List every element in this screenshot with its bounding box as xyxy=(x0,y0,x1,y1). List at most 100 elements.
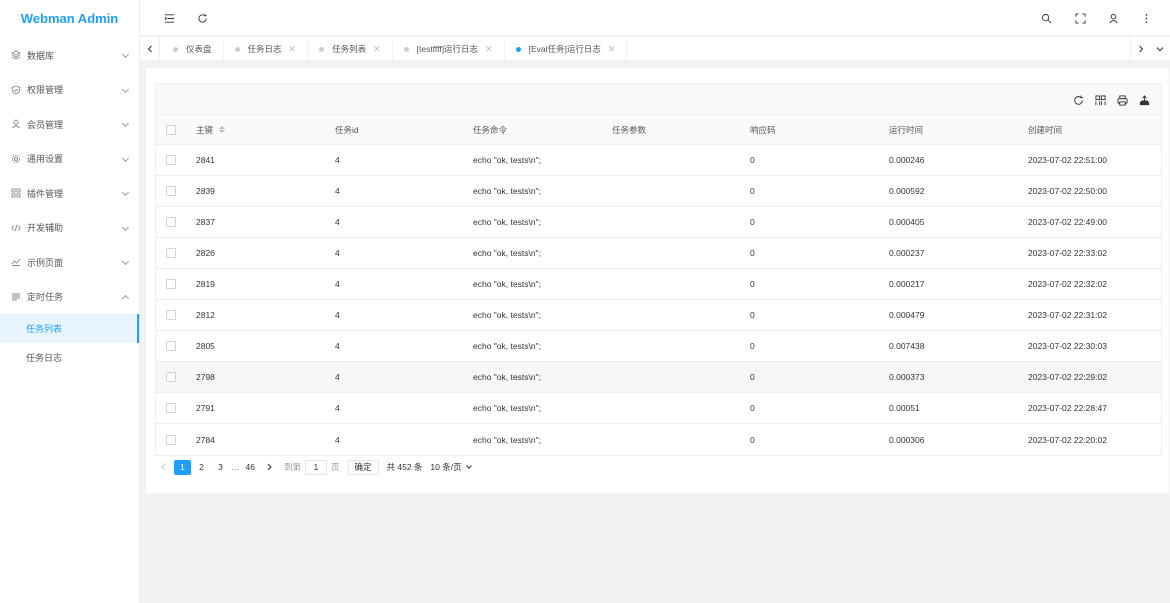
table-row[interactable]: 2791 4 echo "ok, tests\n"; 0 0.00051 2023-07-… xyxy=(156,393,1161,424)
settings-icon xyxy=(10,154,22,164)
goto-confirm-button[interactable]: 确定 xyxy=(347,459,379,475)
cell-id: 2805 xyxy=(196,341,215,351)
row-checkbox[interactable] xyxy=(166,279,176,289)
row-select-cell xyxy=(166,269,176,299)
user-menu-button[interactable] xyxy=(1101,0,1125,36)
page-last-button[interactable]: 46 xyxy=(242,460,259,475)
row-checkbox[interactable] xyxy=(166,310,176,320)
cell-task-command: echo "ok, tests\n"; xyxy=(473,403,541,413)
chevron-right-icon xyxy=(267,463,272,471)
sidebar-item-label: 通用设置 xyxy=(27,154,64,165)
sidebar-subitem-task-log[interactable]: 任务日志 xyxy=(0,343,139,372)
row-checkbox[interactable] xyxy=(166,372,176,382)
sidebar-item-label: 定时任务 xyxy=(27,292,64,303)
tab-task-log[interactable]: 任务日志 ✕ xyxy=(224,37,309,61)
tab-dropdown-button[interactable] xyxy=(1150,37,1170,61)
row-checkbox[interactable] xyxy=(166,217,176,227)
next-page-button[interactable] xyxy=(261,460,278,475)
code-icon xyxy=(10,223,22,233)
cell-response-code: 0 xyxy=(750,279,755,289)
fullscreen-button[interactable] xyxy=(1068,0,1092,36)
refresh-table-button[interactable] xyxy=(1071,93,1085,107)
sidebar-item-permissions[interactable]: 权限管理 xyxy=(0,73,139,108)
collapse-sidebar-button[interactable] xyxy=(157,0,181,36)
tab-testffff-run-log[interactable]: [testffff]运行日志 ✕ xyxy=(393,37,505,61)
search-button[interactable] xyxy=(1034,0,1058,36)
cell-run-time: 0.000237 xyxy=(889,248,925,258)
print-button[interactable] xyxy=(1115,93,1129,107)
export-button[interactable] xyxy=(1137,93,1151,107)
select-all-checkbox[interactable] xyxy=(166,124,176,135)
close-icon[interactable]: ✕ xyxy=(608,44,616,55)
close-icon[interactable]: ✕ xyxy=(485,44,493,55)
table-row[interactable]: 2812 4 echo "ok, tests\n"; 0 0.000479 2023-07… xyxy=(156,300,1161,331)
page-size-select[interactable]: 10 条/页 xyxy=(430,460,472,475)
tab-scroll-left-button[interactable] xyxy=(140,37,160,61)
tab-eval-run-log[interactable]: [Eval任务]运行日志 ✕ xyxy=(505,37,628,61)
app-root: Webman Admin 数据库 权限管理 会员管理 通用设置 插件管理 开发辅… xyxy=(0,0,1170,603)
sort-icon[interactable] xyxy=(219,126,226,133)
table-row[interactable]: 2819 4 echo "ok, tests\n"; 0 0.000217 2023-07… xyxy=(156,269,1161,300)
cell-run-time: 0.000246 xyxy=(889,155,925,165)
close-icon[interactable]: ✕ xyxy=(289,44,297,55)
table-row[interactable]: 2837 4 echo "ok, tests\n"; 0 0.000405 2023-07… xyxy=(156,207,1161,238)
table-body: 2841 4 echo "ok, tests\n"; 0 0.000246 2023-07… xyxy=(156,145,1161,455)
tab-scroll-right-button[interactable] xyxy=(1130,37,1150,61)
prev-page-button[interactable] xyxy=(155,460,172,475)
chart-icon xyxy=(10,257,22,267)
app-logo[interactable]: Webman Admin xyxy=(0,0,139,38)
sidebar-subitem-task-list[interactable]: 任务列表 xyxy=(0,314,139,343)
cell-task-id: 4 xyxy=(335,372,340,382)
cell-response-code: 0 xyxy=(750,310,755,320)
sidebar-item-label: 权限管理 xyxy=(27,85,64,96)
column-header-run-time: 运行时间 xyxy=(889,124,924,135)
sidebar-item-dev-tools[interactable]: 开发辅助 xyxy=(0,211,139,246)
table-row[interactable]: 2784 4 echo "ok, tests\n"; 0 0.000306 2023-07… xyxy=(156,424,1161,455)
tab-label: [Eval任务]运行日志 xyxy=(528,44,601,54)
close-icon[interactable]: ✕ xyxy=(373,44,381,55)
column-header-id[interactable]: 主键 xyxy=(196,115,226,144)
page-3-button[interactable]: 3 xyxy=(212,460,229,475)
cell-run-time: 0.000306 xyxy=(889,434,925,445)
more-options-button[interactable] xyxy=(1134,0,1158,36)
row-select-cell xyxy=(166,238,176,268)
tab-task-list[interactable]: 任务列表 ✕ xyxy=(308,37,393,61)
sidebar-item-scheduled-tasks[interactable]: 定时任务 xyxy=(0,280,139,315)
list-icon xyxy=(10,292,22,302)
sidebar-item-label: 开发辅助 xyxy=(27,223,64,234)
table-row[interactable]: 2839 4 echo "ok, tests\n"; 0 0.000592 2023-07… xyxy=(156,176,1161,207)
sidebar-item-examples[interactable]: 示例页面 xyxy=(0,245,139,280)
sidebar-item-members[interactable]: 会员管理 xyxy=(0,107,139,142)
shield-icon xyxy=(10,85,22,95)
cell-id: 2826 xyxy=(196,248,215,258)
row-checkbox[interactable] xyxy=(166,155,176,165)
row-select-cell xyxy=(166,145,176,175)
row-checkbox[interactable] xyxy=(166,186,176,196)
page-2-button[interactable]: 2 xyxy=(193,460,210,475)
cell-id: 2798 xyxy=(196,372,215,382)
cell-created-at: 2023-07-02 22:50:00 xyxy=(1028,186,1107,196)
page-1-button[interactable]: 1 xyxy=(174,459,191,475)
row-checkbox[interactable] xyxy=(166,403,176,413)
tab-label: 任务日志 xyxy=(247,44,282,54)
sidebar-item-general-settings[interactable]: 通用设置 xyxy=(0,142,139,177)
table-row[interactable]: 2798 4 echo "ok, tests\n"; 0 0.000373 2023-07… xyxy=(156,362,1161,393)
sidebar-item-plugins[interactable]: 插件管理 xyxy=(0,176,139,211)
row-checkbox[interactable] xyxy=(166,248,176,258)
table-row[interactable]: 2826 4 echo "ok, tests\n"; 0 0.000237 2023-07… xyxy=(156,238,1161,269)
row-select-cell xyxy=(166,300,176,330)
table-row[interactable]: 2841 4 echo "ok, tests\n"; 0 0.000246 2023-07… xyxy=(156,145,1161,176)
cell-run-time: 0.000405 xyxy=(889,217,925,227)
refresh-page-button[interactable] xyxy=(190,0,214,36)
column-filter-button[interactable] xyxy=(1093,93,1107,107)
row-checkbox[interactable] xyxy=(166,434,176,445)
tab-dot xyxy=(319,46,325,52)
content-card: 主键 任务id 任务命令 任务参数 响应码 运行时间 创建时间 2841 4 ech… xyxy=(146,68,1169,493)
row-checkbox[interactable] xyxy=(166,341,176,351)
table-row[interactable]: 2805 4 echo "ok, tests\n"; 0 0.007438 2023-07… xyxy=(156,331,1161,362)
tab-dot xyxy=(234,46,240,52)
tab-dashboard[interactable]: 仪表盘 xyxy=(162,37,224,61)
sidebar-item-database[interactable]: 数据库 xyxy=(0,38,139,73)
sidebar-subitem-label: 任务列表 xyxy=(26,324,63,334)
goto-page-input[interactable] xyxy=(304,459,327,475)
